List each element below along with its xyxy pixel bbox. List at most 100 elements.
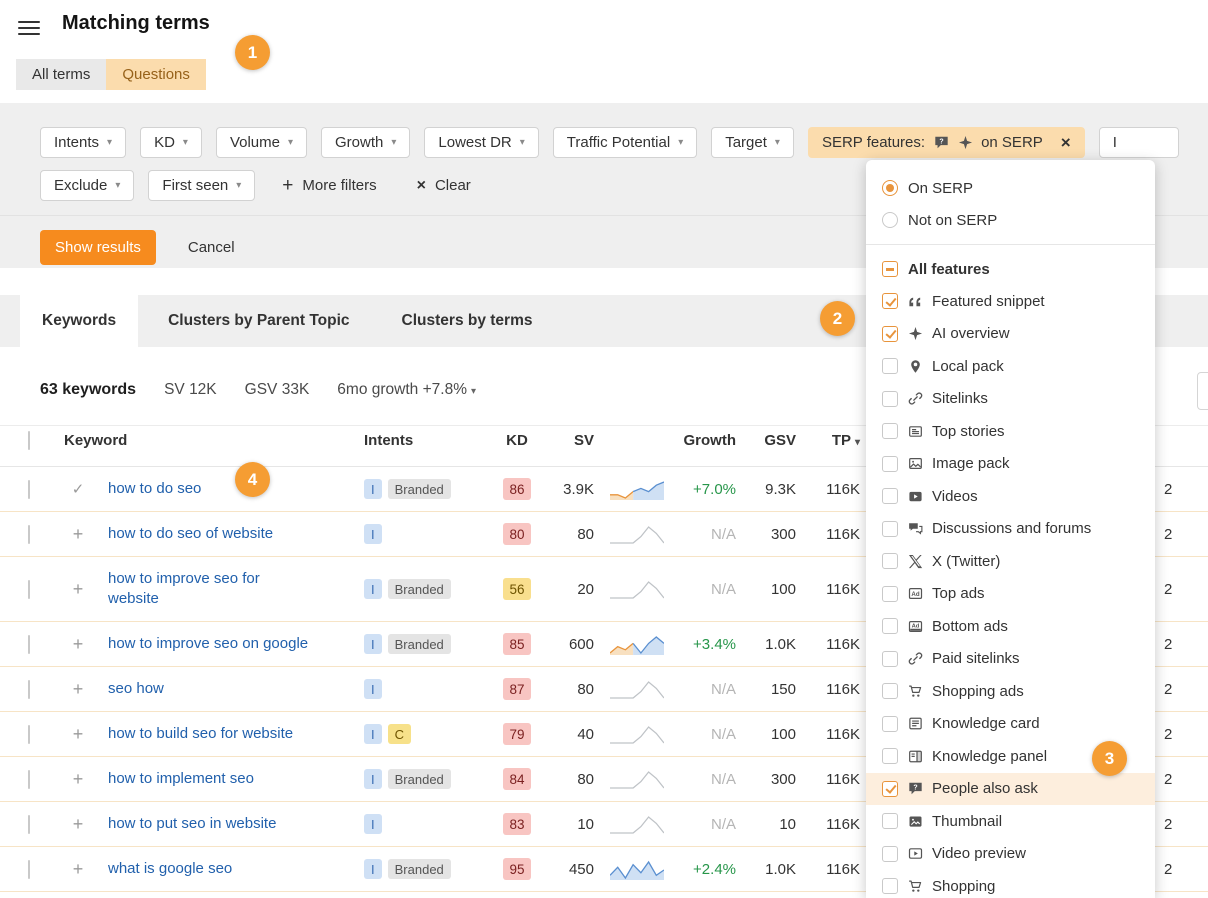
feature-featured-snippet[interactable]: Featured snippet <box>866 285 1155 318</box>
feature-bottom-ads[interactable]: AdBottom ads <box>866 610 1155 643</box>
row-checkbox[interactable] <box>28 635 30 654</box>
row-checkbox[interactable] <box>28 815 30 834</box>
filter-kd[interactable]: KD▾ <box>140 127 202 158</box>
keyword-link[interactable]: how to improve seo on google <box>108 635 308 652</box>
feature-checkbox[interactable] <box>882 456 898 472</box>
keyword-link[interactable]: how to build seo for website <box>108 725 293 742</box>
clipped-filter-button[interactable]: I <box>1099 127 1179 158</box>
feature-ai-overview[interactable]: AI overview <box>866 318 1155 351</box>
feature-x-twitter[interactable]: X (Twitter) <box>866 545 1155 578</box>
feature-checkbox[interactable] <box>882 651 898 667</box>
feature-knowledge-card[interactable]: Knowledge card <box>866 708 1155 741</box>
feature-checkbox[interactable] <box>882 878 898 894</box>
radio-not-on-serp[interactable]: Not on SERP <box>866 204 1155 236</box>
feature-checkbox[interactable] <box>882 716 898 732</box>
row-checkbox[interactable] <box>28 770 30 789</box>
keyword-link[interactable]: how to put seo in website <box>108 815 276 832</box>
more-filters-button[interactable]: +More filters <box>269 170 389 201</box>
feature-checkbox[interactable] <box>882 748 898 764</box>
select-all-checkbox[interactable] <box>28 431 30 450</box>
column-header-intents[interactable]: Intents <box>352 432 492 449</box>
feature-checkbox[interactable] <box>882 293 898 309</box>
column-header-gsv[interactable]: GSV <box>744 432 804 449</box>
add-keyword-button[interactable]: + <box>56 769 100 790</box>
feature-discussions-and-forums[interactable]: Discussions and forums <box>866 513 1155 546</box>
column-header-growth[interactable]: Growth <box>672 432 744 449</box>
menu-icon[interactable] <box>18 17 40 39</box>
feature-checkbox[interactable] <box>882 781 898 797</box>
feature-top-stories[interactable]: Top stories <box>866 415 1155 448</box>
feature-checkbox[interactable] <box>882 521 898 537</box>
tab-keywords[interactable]: Keywords <box>20 295 138 347</box>
add-keyword-button[interactable]: + <box>56 524 100 545</box>
filter-target[interactable]: Target▾ <box>711 127 794 158</box>
filter-growth[interactable]: Growth▾ <box>321 127 410 158</box>
feature-checkbox[interactable] <box>882 813 898 829</box>
feature-video-preview[interactable]: Video preview <box>866 838 1155 871</box>
feature-checkbox[interactable] <box>882 586 898 602</box>
column-header-kd[interactable]: KD <box>492 432 542 449</box>
filter-lowest-dr[interactable]: Lowest DR▾ <box>424 127 538 158</box>
show-results-button[interactable]: Show results <box>40 230 156 265</box>
add-keyword-button[interactable]: + <box>56 679 100 700</box>
row-checkbox[interactable] <box>28 480 30 499</box>
all-features-toggle[interactable]: All features <box>866 253 1155 285</box>
growth-stat[interactable]: 6mo growth +7.8%▾ <box>337 381 476 399</box>
feature-checkbox[interactable] <box>882 326 898 342</box>
radio-icon[interactable] <box>882 212 898 228</box>
feature-checkbox[interactable] <box>882 358 898 374</box>
feature-image-pack[interactable]: Image pack <box>866 448 1155 481</box>
all-features-checkbox[interactable] <box>882 261 898 277</box>
keyword-link[interactable]: how to do seo <box>108 480 201 497</box>
tab-clusters-by-parent-topic[interactable]: Clusters by Parent Topic <box>146 295 371 347</box>
filter-intents[interactable]: Intents▾ <box>40 127 126 158</box>
feature-shopping[interactable]: Shopping <box>866 870 1155 898</box>
filter-serp-features[interactable]: SERP features:?on SERP× <box>808 127 1085 158</box>
row-checkbox[interactable] <box>28 725 30 744</box>
feature-top-ads[interactable]: AdTop ads <box>866 578 1155 611</box>
filter-volume[interactable]: Volume▾ <box>216 127 307 158</box>
feature-shopping-ads[interactable]: Shopping ads <box>866 675 1155 708</box>
feature-checkbox[interactable] <box>882 423 898 439</box>
add-keyword-button[interactable]: + <box>56 634 100 655</box>
keyword-link[interactable]: how to improve seo for website <box>108 569 283 610</box>
column-header-tp[interactable]: TP ▾ <box>804 432 868 449</box>
feature-checkbox[interactable] <box>882 683 898 699</box>
radio-icon[interactable] <box>882 180 898 196</box>
add-keyword-button[interactable]: + <box>56 814 100 835</box>
feature-thumbnail[interactable]: Thumbnail <box>866 805 1155 838</box>
add-keyword-button[interactable]: + <box>56 859 100 880</box>
feature-local-pack[interactable]: Local pack <box>866 350 1155 383</box>
keyword-link[interactable]: how to do seo of website <box>108 525 273 542</box>
add-keyword-button[interactable]: + <box>56 724 100 745</box>
column-header-keyword[interactable]: Keyword <box>56 432 352 449</box>
row-checkbox[interactable] <box>28 580 30 599</box>
cancel-button[interactable]: Cancel <box>182 238 241 257</box>
feature-people-also-ask[interactable]: ?People also ask <box>866 773 1155 806</box>
feature-checkbox[interactable] <box>882 391 898 407</box>
filter-first-seen[interactable]: First seen▾ <box>148 170 255 201</box>
row-checkbox[interactable] <box>28 525 30 544</box>
close-icon[interactable]: × <box>1061 134 1071 151</box>
added-check-icon[interactable]: ✓ <box>56 480 100 498</box>
tab-all-terms[interactable]: All terms <box>16 59 106 90</box>
tab-questions[interactable]: Questions <box>106 59 206 90</box>
clipped-control[interactable] <box>1197 372 1208 410</box>
row-checkbox[interactable] <box>28 680 30 699</box>
feature-paid-sitelinks[interactable]: Paid sitelinks <box>866 643 1155 676</box>
feature-videos[interactable]: Videos <box>866 480 1155 513</box>
feature-checkbox[interactable] <box>882 618 898 634</box>
radio-on-serp[interactable]: On SERP <box>866 172 1155 204</box>
feature-sitelinks[interactable]: Sitelinks <box>866 383 1155 416</box>
keyword-link[interactable]: how to implement seo <box>108 770 254 787</box>
tab-clusters-by-terms[interactable]: Clusters by terms <box>380 295 555 347</box>
filter-traffic-potential[interactable]: Traffic Potential▾ <box>553 127 697 158</box>
feature-checkbox[interactable] <box>882 488 898 504</box>
filter-exclude[interactable]: Exclude▾ <box>40 170 134 201</box>
feature-checkbox[interactable] <box>882 846 898 862</box>
row-checkbox[interactable] <box>28 860 30 879</box>
keyword-link[interactable]: what is google seo <box>108 860 232 877</box>
column-header-sv[interactable]: SV <box>542 432 602 449</box>
add-keyword-button[interactable]: + <box>56 579 100 600</box>
feature-checkbox[interactable] <box>882 553 898 569</box>
